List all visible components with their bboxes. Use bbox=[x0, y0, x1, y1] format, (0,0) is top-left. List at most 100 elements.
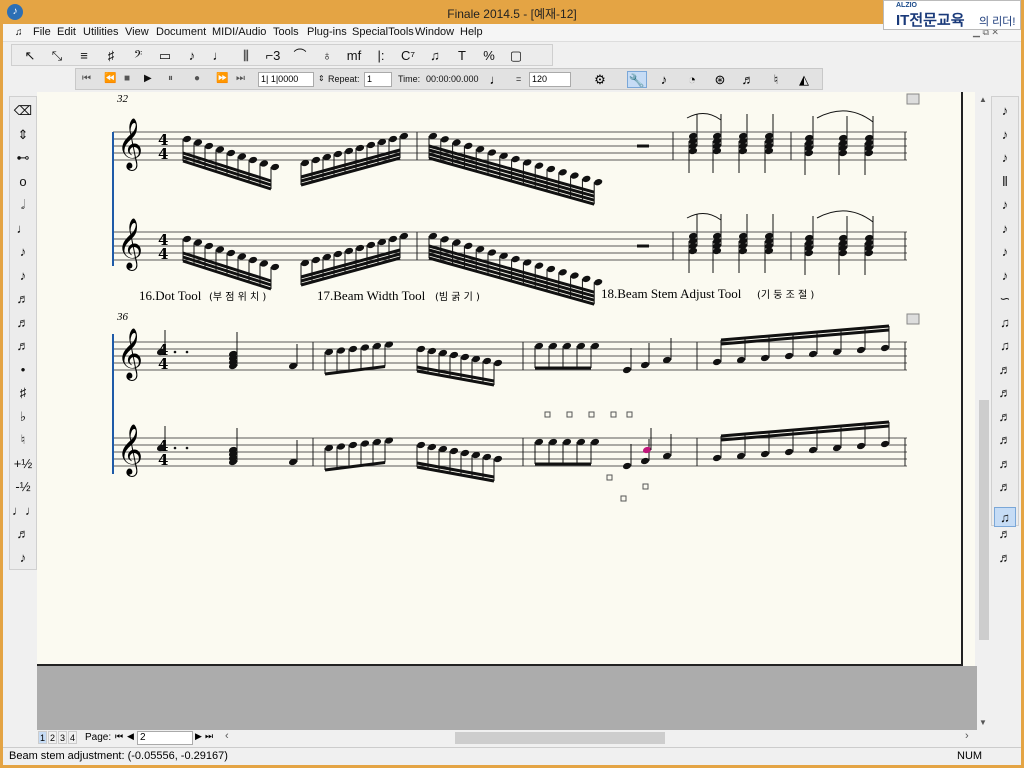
resize-tool-icon[interactable]: ⤡ bbox=[47, 47, 67, 64]
tempo-field[interactable]: 120 bbox=[529, 72, 571, 87]
measure-counter-field[interactable]: 1| 1|0000 bbox=[258, 72, 314, 87]
special-tool-18-icon[interactable]: ♬ bbox=[994, 524, 1016, 544]
counter-spinner-icon[interactable]: ⇕ bbox=[318, 74, 325, 83]
score-canvas[interactable]: 𝄞 4 4 𝄞 4 4 32 16.Dot Tool (부 점 위 치 ) 17.Beam Wid… bbox=[37, 92, 975, 666]
pause-icon[interactable]: ⏸ bbox=[168, 73, 173, 84]
special-tool-11-icon[interactable]: ♬ bbox=[994, 360, 1016, 380]
menu-help[interactable]: Help bbox=[460, 26, 483, 38]
menu-file[interactable]: File bbox=[33, 26, 51, 38]
special-tool-0-icon[interactable]: ♪ bbox=[994, 101, 1016, 121]
special-tools-wrench-icon[interactable]: 🔧 bbox=[627, 71, 647, 88]
accidental-tool-icon[interactable]: ♮ bbox=[766, 71, 786, 88]
special-tool-7-icon[interactable]: ♪ bbox=[994, 266, 1016, 286]
special-tool-5-icon[interactable]: ♪ bbox=[994, 219, 1016, 239]
left-palette-tool-9-icon[interactable]: ♬ bbox=[12, 313, 34, 333]
left-palette-tool-7-icon[interactable]: ♪ bbox=[12, 266, 34, 286]
special-tool-12-icon[interactable]: ♬ bbox=[994, 383, 1016, 403]
left-palette-tool-1-icon[interactable]: ⇕ bbox=[12, 125, 34, 145]
menu-plug-ins[interactable]: Plug-ins bbox=[307, 26, 347, 38]
left-palette-tool-14-icon[interactable]: ♮ bbox=[12, 430, 34, 450]
tuplet-tool-icon[interactable]: ⌐3 bbox=[263, 47, 283, 64]
left-palette-tool-11-icon[interactable]: • bbox=[12, 360, 34, 380]
scroll-up-icon[interactable]: ▲ bbox=[979, 95, 987, 104]
last-page-icon[interactable]: ⏭ bbox=[205, 731, 213, 742]
scroll-down-icon[interactable]: ▼ bbox=[979, 718, 987, 727]
special-tool-13-icon[interactable]: ♬ bbox=[994, 407, 1016, 427]
left-palette-tool-3-icon[interactable]: o bbox=[12, 172, 34, 192]
expression-tool-icon[interactable]: mf bbox=[344, 47, 364, 64]
smart-shape-tool-icon[interactable]: ⌒ bbox=[290, 47, 310, 64]
menu-utilities[interactable]: Utilities bbox=[83, 26, 118, 38]
tie-tool-icon[interactable]: ◭ bbox=[794, 71, 814, 88]
special-note-tool-icon[interactable]: ♪ bbox=[654, 71, 674, 88]
menu-specialtools[interactable]: SpecialTools bbox=[352, 26, 414, 38]
left-palette-tool-16-icon[interactable]: -½ bbox=[12, 477, 34, 497]
stop-icon[interactable]: ■ bbox=[124, 73, 130, 84]
vertical-scroll-thumb[interactable] bbox=[979, 400, 989, 640]
hyperscribe-tool-icon[interactable]: ⫼ bbox=[236, 47, 256, 64]
special-tool-6-icon[interactable]: ♪ bbox=[994, 242, 1016, 262]
special-tool-16-icon[interactable]: ♬ bbox=[994, 477, 1016, 497]
note-move-tool-icon[interactable]: ◔ bbox=[682, 71, 702, 88]
left-palette-tool-0-icon[interactable]: ⌫ bbox=[12, 101, 34, 121]
beam-tool-icon[interactable]: ♬ bbox=[738, 71, 758, 88]
key-signature-tool-icon[interactable]: ♯ bbox=[101, 47, 121, 64]
left-palette-tool-18-icon[interactable]: ♬ bbox=[12, 524, 34, 544]
simple-entry-tool-icon[interactable]: ♪ bbox=[182, 47, 202, 64]
playback-settings-icon[interactable]: ⚙ bbox=[590, 71, 610, 88]
special-tool-1-icon[interactable]: ♪ bbox=[994, 125, 1016, 145]
left-palette-tool-10-icon[interactable]: ♬ bbox=[12, 336, 34, 356]
special-tool-19-icon[interactable]: ♬ bbox=[994, 548, 1016, 568]
stem-tool-icon[interactable]: ⊛ bbox=[710, 71, 730, 88]
forward-to-end-icon[interactable]: ⏭ bbox=[236, 73, 245, 84]
menu-window[interactable]: Window bbox=[415, 26, 454, 38]
page-tab-1[interactable]: 1 bbox=[38, 731, 47, 744]
next-page-icon[interactable]: ▶ bbox=[195, 731, 202, 742]
left-palette-tool-2-icon[interactable]: ⊷ bbox=[12, 148, 34, 168]
left-palette-tool-6-icon[interactable]: ♪ bbox=[12, 242, 34, 262]
clef-tool-icon[interactable]: 𝄢 bbox=[128, 47, 148, 64]
tempo-note-icon[interactable]: ♩ bbox=[486, 71, 506, 88]
play-icon[interactable]: ▶ bbox=[144, 73, 152, 84]
left-palette-tool-17-icon[interactable]: ♩♩ bbox=[12, 501, 38, 521]
special-tool-15-icon[interactable]: ♬ bbox=[994, 454, 1016, 474]
left-palette-tool-5-icon[interactable]: ♩ bbox=[12, 219, 34, 239]
first-page-icon[interactable]: ⏮ bbox=[115, 731, 123, 742]
chord-tool-icon[interactable]: C⁷ bbox=[398, 47, 418, 64]
staff-tool-icon[interactable]: ≡ bbox=[74, 47, 94, 64]
left-palette-tool-8-icon[interactable]: ♬ bbox=[12, 289, 34, 309]
page-layout-tool-icon[interactable]: ▢ bbox=[506, 47, 526, 64]
mirror-tool-icon[interactable]: % bbox=[479, 47, 499, 64]
special-tool-9-icon[interactable]: ♫ bbox=[994, 313, 1016, 333]
speedy-entry-tool-icon[interactable]: ♩ bbox=[209, 47, 229, 64]
page-tab-4[interactable]: 4 bbox=[68, 731, 77, 744]
menu-midi-audio[interactable]: MIDI/Audio bbox=[212, 26, 266, 38]
articulation-tool-icon[interactable]: ♁ bbox=[317, 47, 337, 64]
left-palette-tool-4-icon[interactable]: 𝅗𝅥 bbox=[12, 195, 34, 215]
document-icon[interactable]: ♫ bbox=[15, 27, 23, 38]
page-tab-2[interactable]: 2 bbox=[48, 731, 57, 744]
record-icon[interactable]: ● bbox=[194, 73, 200, 84]
menu-document[interactable]: Document bbox=[156, 26, 206, 38]
special-tool-4-icon[interactable]: ♪ bbox=[994, 195, 1016, 215]
menu-tools[interactable]: Tools bbox=[273, 26, 299, 38]
fast-forward-icon[interactable]: ⏩ bbox=[216, 73, 228, 84]
repeat-select[interactable]: 1 bbox=[364, 72, 392, 87]
prev-page-icon[interactable]: ◀ bbox=[127, 731, 134, 742]
menu-edit[interactable]: Edit bbox=[57, 26, 76, 38]
menu-view[interactable]: View bbox=[125, 26, 149, 38]
horizontal-scroll-thumb[interactable] bbox=[455, 732, 665, 744]
page-number-field[interactable]: 2 bbox=[137, 731, 193, 745]
left-palette-tool-13-icon[interactable]: ♭ bbox=[12, 407, 34, 427]
left-palette-tool-19-icon[interactable]: ♪ bbox=[12, 548, 34, 568]
special-tool-8-icon[interactable]: ∽ bbox=[994, 289, 1016, 309]
rewind-icon[interactable]: ⏪ bbox=[104, 73, 116, 84]
left-palette-tool-15-icon[interactable]: +½ bbox=[12, 454, 34, 474]
lyrics-tool-icon[interactable]: ♫ bbox=[425, 47, 445, 64]
special-tool-10-icon[interactable]: ♫ bbox=[994, 336, 1016, 356]
page-tab-3[interactable]: 3 bbox=[58, 731, 67, 744]
selection-tool-icon[interactable]: ↖ bbox=[20, 47, 40, 64]
scroll-right-icon[interactable]: › bbox=[965, 730, 969, 742]
rewind-to-start-icon[interactable]: ⏮ bbox=[82, 73, 91, 84]
special-tool-3-icon[interactable]: ⫴ bbox=[994, 172, 1016, 192]
